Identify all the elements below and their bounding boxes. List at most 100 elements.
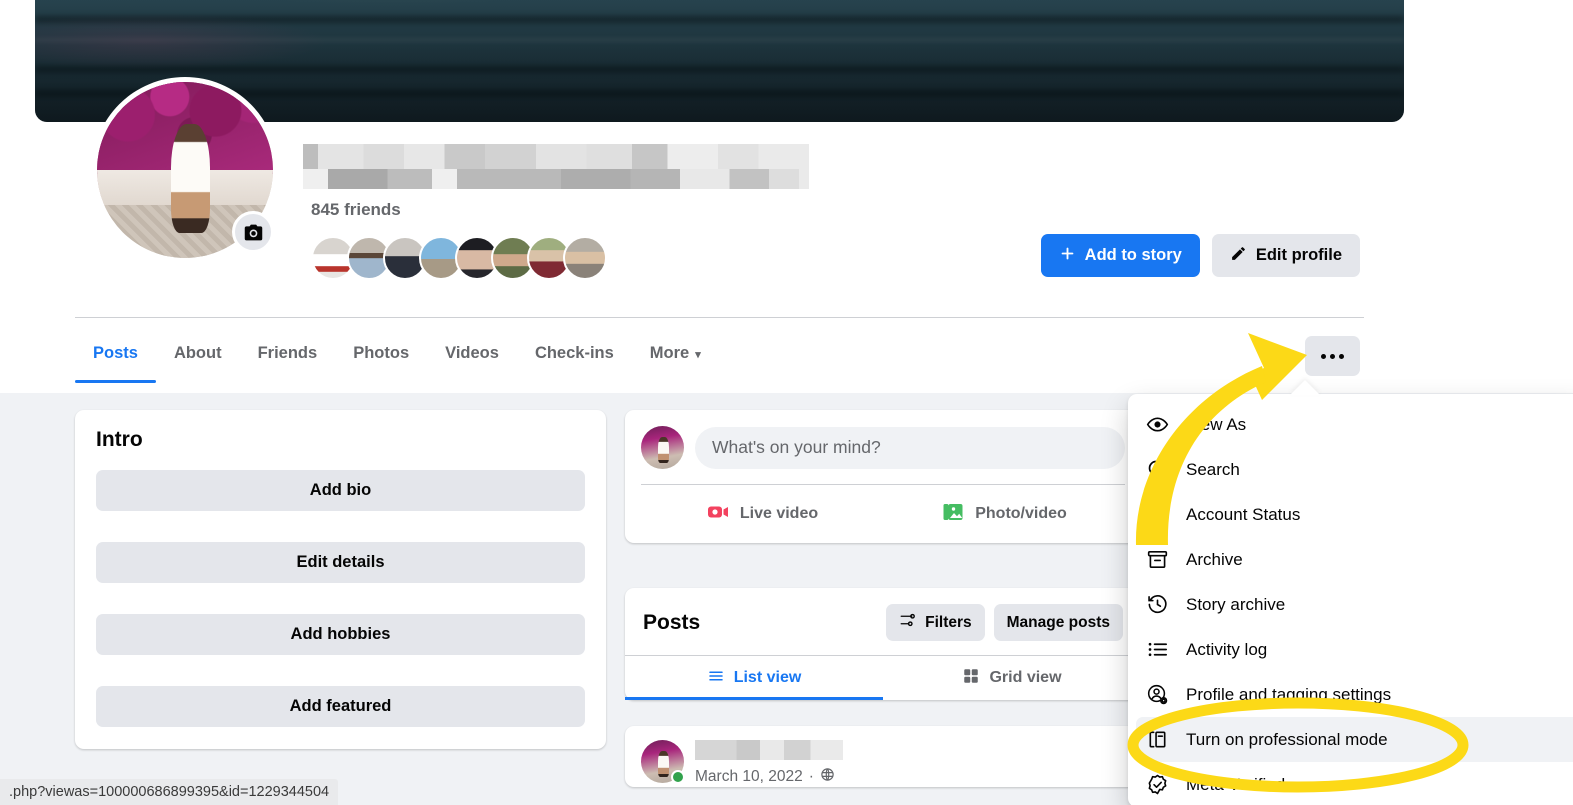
add-bio-button[interactable]: Add bio bbox=[96, 470, 585, 511]
edit-details-button[interactable]: Edit details bbox=[96, 542, 585, 583]
edit-profile-picture-camera-icon[interactable] bbox=[232, 211, 274, 253]
browser-status-bar-url: .php?viewas=100000686899395&id=122934450… bbox=[0, 779, 339, 805]
globe-icon[interactable] bbox=[820, 767, 835, 787]
chevron-down-icon: ▾ bbox=[695, 349, 701, 361]
photo-video-label: Photo/video bbox=[975, 505, 1067, 522]
add-featured-button[interactable]: Add featured bbox=[96, 686, 585, 727]
composer-avatar[interactable] bbox=[641, 426, 684, 469]
menu-item-meta-verified[interactable]: Meta Verified bbox=[1136, 762, 1573, 805]
menu-item-search[interactable]: Search bbox=[1136, 447, 1573, 492]
pencil-icon bbox=[1230, 245, 1247, 267]
grid-view-label: Grid view bbox=[989, 669, 1062, 686]
friend-avatar[interactable] bbox=[563, 236, 607, 280]
ellipsis-icon-dot bbox=[1339, 353, 1344, 359]
menu-pointer-caret bbox=[1290, 380, 1320, 395]
profile-name-redacted bbox=[303, 144, 809, 189]
posts-header-actions: Filters Manage posts bbox=[886, 604, 1123, 641]
friends-count[interactable]: 845 friends bbox=[311, 200, 401, 220]
whats-on-your-mind-input[interactable]: What's on your mind? bbox=[695, 426, 1125, 469]
menu-item-story-archive[interactable]: Story archive bbox=[1136, 582, 1573, 627]
post-author-name-redacted bbox=[695, 740, 843, 760]
posts-title: Posts bbox=[643, 610, 701, 634]
grid-view-tab[interactable]: Grid view bbox=[883, 656, 1141, 700]
menu-item-account-status-label: Account Status bbox=[1186, 504, 1301, 524]
ellipsis-icon-dot bbox=[1321, 353, 1326, 359]
menu-item-view-as-label: View As bbox=[1186, 414, 1247, 434]
grid-icon bbox=[962, 667, 980, 690]
warning-triangle-icon bbox=[1144, 503, 1170, 526]
posts-card-header: Posts Filters Manage posts bbox=[625, 588, 1141, 655]
list-view-tab[interactable]: List view bbox=[625, 656, 883, 700]
profile-tabs: Posts About Friends Photos Videos Check-… bbox=[75, 330, 719, 383]
tab-videos[interactable]: Videos bbox=[427, 330, 517, 383]
menu-item-profile-and-tagging-settings[interactable]: Profile and tagging settings bbox=[1136, 672, 1573, 717]
post-composer-card: What's on your mind? Live video Photo/vi… bbox=[625, 410, 1141, 543]
menu-item-search-label: Search bbox=[1186, 459, 1240, 479]
list-view-label: List view bbox=[733, 669, 802, 686]
post-header: March 10, 2022 · bbox=[641, 740, 1125, 787]
verified-badge-icon bbox=[1144, 773, 1170, 796]
posts-card: Posts Filters Manage posts List view Gri… bbox=[625, 588, 1141, 700]
photo-video-icon bbox=[941, 500, 965, 529]
menu-item-archive[interactable]: Archive bbox=[1136, 537, 1573, 582]
add-to-story-button[interactable]: Add to story bbox=[1040, 234, 1200, 277]
filters-icon bbox=[899, 611, 917, 634]
menu-item-meta-verified-label: Meta Verified bbox=[1186, 774, 1286, 794]
intro-title: Intro bbox=[96, 428, 143, 451]
archive-box-icon bbox=[1144, 548, 1170, 571]
tab-posts-label: Posts bbox=[93, 344, 138, 362]
filters-label: Filters bbox=[925, 613, 972, 631]
menu-item-activity-log-label: Activity log bbox=[1186, 639, 1268, 659]
tab-about-label: About bbox=[173, 344, 222, 362]
profile-divider bbox=[75, 317, 1364, 318]
tab-photos[interactable]: Photos bbox=[335, 330, 427, 383]
filters-button[interactable]: Filters bbox=[886, 604, 985, 641]
professional-mode-icon bbox=[1144, 728, 1170, 751]
live-video-label: Live video bbox=[739, 505, 819, 522]
list-bullet-icon bbox=[1144, 638, 1170, 661]
tab-more-label: More bbox=[649, 344, 690, 362]
tab-videos-label: Videos bbox=[445, 344, 499, 362]
profile-picture[interactable] bbox=[92, 77, 278, 263]
menu-item-turn-on-professional-mode[interactable]: Turn on professional mode bbox=[1136, 717, 1573, 762]
edit-profile-button[interactable]: Edit profile bbox=[1211, 234, 1360, 277]
profile-header-shell: Create with avatar Edit cover photo bbox=[0, 0, 1573, 393]
posts-view-tabs: List view Grid view bbox=[625, 655, 1141, 700]
profile-options-menu: View As Search Account Status Archive St… bbox=[1128, 394, 1573, 805]
tab-posts[interactable]: Posts bbox=[75, 330, 156, 383]
menu-item-view-as[interactable]: View As bbox=[1136, 402, 1573, 447]
list-icon bbox=[707, 667, 725, 690]
live-video-icon bbox=[706, 500, 730, 529]
status-bar-url-text: .php?viewas=100000686899395&id=122934450… bbox=[9, 784, 330, 800]
more-options-button[interactable] bbox=[1305, 336, 1360, 376]
tab-friends[interactable]: Friends bbox=[240, 330, 336, 383]
intro-card: Intro Add bio Edit details Add hobbies A… bbox=[75, 410, 606, 749]
menu-item-archive-label: Archive bbox=[1186, 549, 1243, 569]
online-status-dot bbox=[671, 770, 685, 784]
post-meta-row: March 10, 2022 · bbox=[695, 767, 843, 787]
manage-posts-button[interactable]: Manage posts bbox=[993, 604, 1123, 641]
post-date[interactable]: March 10, 2022 bbox=[695, 768, 803, 786]
friend-avatars-row[interactable] bbox=[311, 236, 607, 280]
search-icon bbox=[1144, 458, 1170, 481]
tab-about[interactable]: About bbox=[156, 330, 240, 383]
menu-item-account-status[interactable]: Account Status bbox=[1136, 492, 1573, 537]
tab-checkins-label: Check-ins bbox=[534, 344, 614, 362]
manage-posts-label: Manage posts bbox=[1006, 613, 1110, 631]
menu-item-activity-log[interactable]: Activity log bbox=[1136, 627, 1573, 672]
ellipsis-icon-dot bbox=[1330, 353, 1335, 359]
menu-item-story-archive-label: Story archive bbox=[1186, 594, 1286, 614]
profile-action-buttons: Add to story Edit profile bbox=[1040, 234, 1360, 277]
post-author-meta: March 10, 2022 · bbox=[695, 740, 843, 787]
tab-checkins[interactable]: Check-ins bbox=[517, 330, 632, 383]
tab-friends-label: Friends bbox=[257, 344, 318, 362]
tab-more[interactable]: More ▾ bbox=[632, 330, 719, 383]
menu-item-profile-and-tagging-settings-label: Profile and tagging settings bbox=[1186, 684, 1392, 704]
live-video-button[interactable]: Live video bbox=[641, 500, 883, 529]
post-author-avatar[interactable] bbox=[641, 740, 685, 784]
composer-actions-row: Live video Photo/video bbox=[641, 484, 1125, 543]
tab-photos-label: Photos bbox=[353, 344, 410, 362]
plus-icon bbox=[1059, 245, 1076, 267]
add-hobbies-button[interactable]: Add hobbies bbox=[96, 614, 585, 655]
photo-video-button[interactable]: Photo/video bbox=[883, 500, 1125, 529]
